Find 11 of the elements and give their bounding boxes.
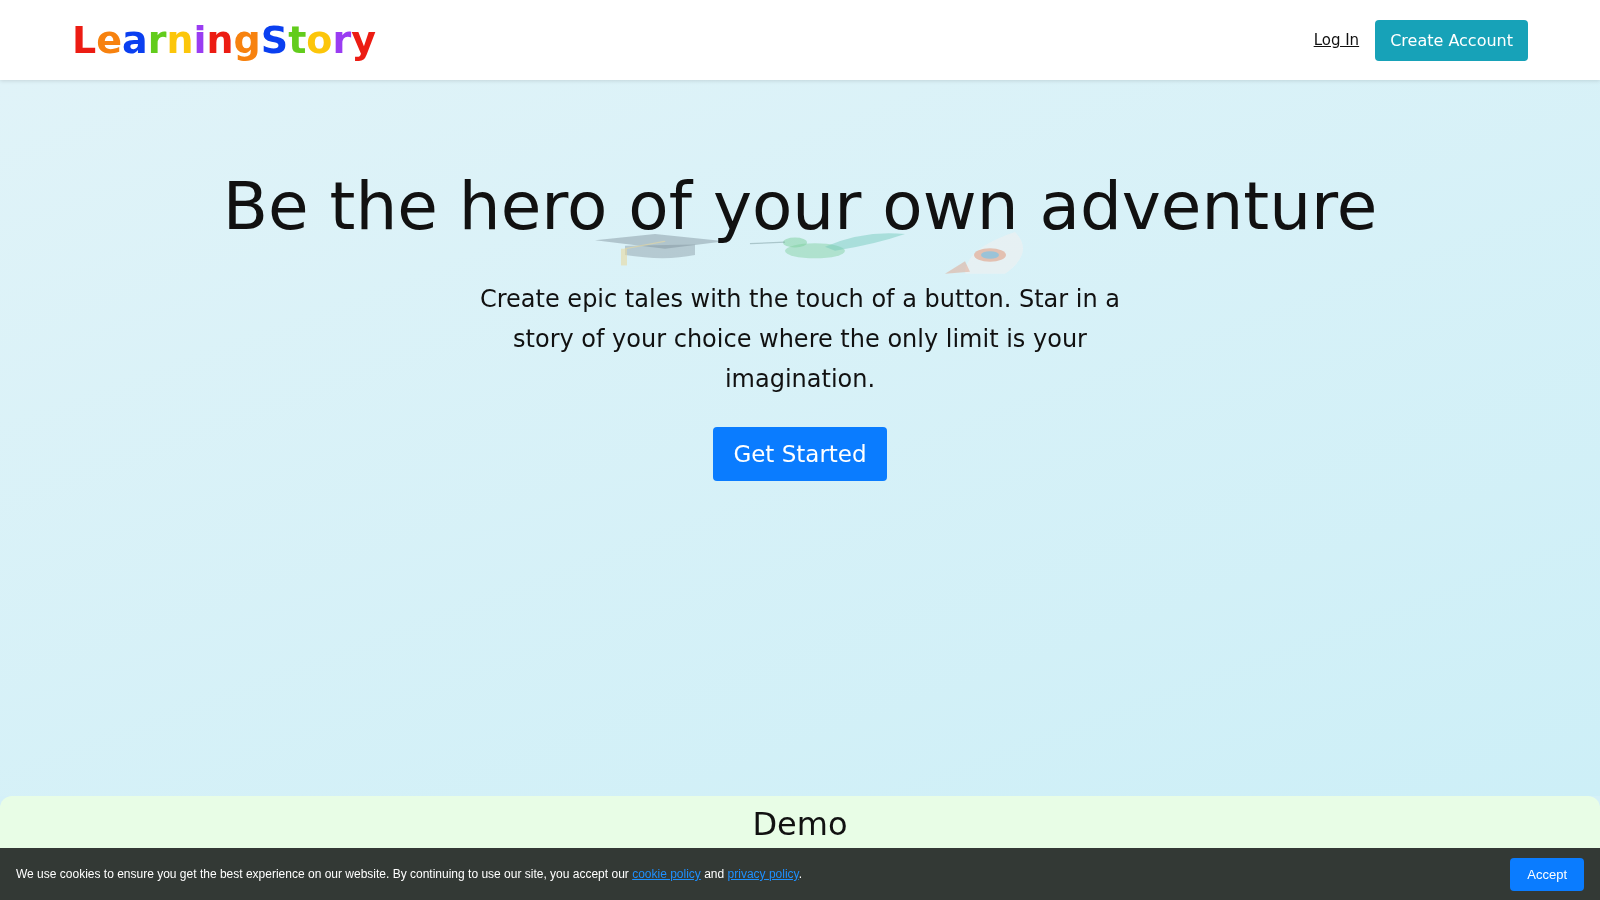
login-link[interactable]: Log In: [1313, 31, 1360, 49]
hero-subtitle: Create epic tales with the touch of a button. Star in a story of your choice where the only limit is your imagination.: [479, 284, 1121, 395]
get-started-button[interactable]: Get Started: [713, 427, 887, 481]
create-account-button[interactable]: Create Account: [1375, 19, 1528, 61]
logo[interactable]: LearningStory: [72, 18, 376, 62]
demo-heading: Demo: [752, 804, 848, 844]
cookie-policy-link[interactable]: cookie policy: [632, 867, 701, 881]
hero-title: Be the hero of your own adventure: [222, 168, 1378, 245]
cookie-message: We use cookies to ensure you get the best experience on our website. By continuing to use our site, you accept our cookie policy and privacy policy.: [16, 867, 803, 881]
privacy-policy-link[interactable]: privacy policy: [727, 867, 799, 881]
accept-button[interactable]: Accept: [1510, 857, 1584, 891]
